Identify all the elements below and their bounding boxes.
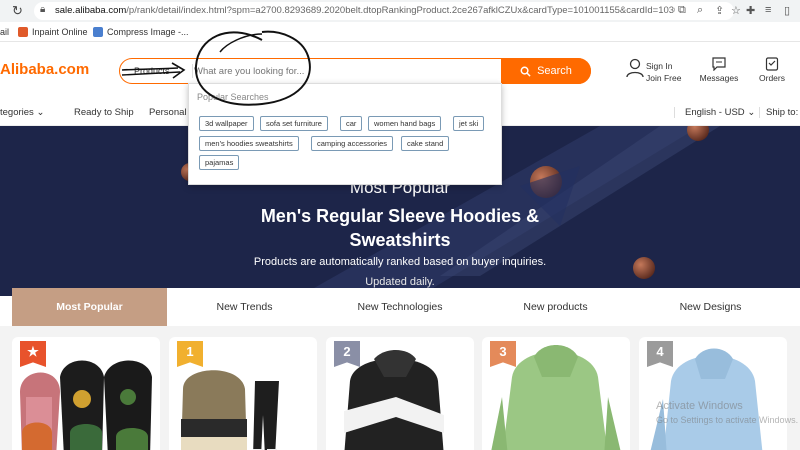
url-text[interactable]: sale.alibaba.com/p/rank/detail/index.htm… bbox=[55, 5, 675, 16]
side-panel-icon[interactable]: ▯ bbox=[784, 4, 790, 17]
product-card[interactable]: 3 bbox=[482, 337, 630, 450]
ship-to-select[interactable]: Ship to: bbox=[759, 107, 798, 118]
search-category-select[interactable]: Products bbox=[134, 66, 170, 76]
language-currency-select[interactable]: English - USD ⌄ bbox=[674, 107, 755, 118]
url-path: /p/rank/detail/index.html?spm=a2700.8293… bbox=[126, 5, 675, 16]
user-icon[interactable] bbox=[626, 58, 644, 83]
product-card[interactable]: ★ bbox=[12, 337, 160, 450]
ready-to-ship-link[interactable]: Ready to Ship bbox=[74, 107, 134, 118]
search-suggestion-chip[interactable]: men's hoodies sweatshirts bbox=[199, 136, 299, 151]
reading-list-icon[interactable]: ≡ bbox=[765, 4, 771, 16]
bookmark-item[interactable]: ail bbox=[0, 27, 9, 37]
product-list: ★ 1 2 3 4 bbox=[0, 326, 800, 450]
share-icon[interactable]: ⇪ bbox=[715, 4, 724, 17]
compress-icon bbox=[93, 27, 103, 37]
banner-title-line1: Men's Regular Sleeve Hoodies & bbox=[260, 206, 540, 226]
bookmark-label: ail bbox=[0, 27, 10, 37]
search-suggestion-chip[interactable]: jet ski bbox=[453, 116, 485, 131]
search-icon bbox=[520, 66, 531, 77]
search-suggestion-chip[interactable]: sofa set furniture bbox=[260, 116, 328, 131]
chevron-down-icon: ⌄ bbox=[36, 107, 45, 118]
bookmarks-bar: ail Inpaint Online Compress Image -... bbox=[0, 22, 800, 42]
search-divider bbox=[192, 64, 193, 78]
product-card[interactable]: 1 bbox=[169, 337, 317, 450]
product-card[interactable]: 4 bbox=[639, 337, 787, 450]
banner-title: Men's Regular Sleeve Hoodies & Sweatshir… bbox=[0, 204, 800, 252]
tab-most-popular[interactable]: Most Popular bbox=[12, 288, 167, 326]
tab-new-trends[interactable]: New Trends bbox=[167, 288, 322, 326]
sign-in-label: Sign In bbox=[646, 61, 673, 71]
search-input[interactable] bbox=[194, 60, 494, 82]
search-suggestion-chip[interactable]: pajamas bbox=[199, 155, 240, 170]
activate-line1: Activate Windows bbox=[656, 400, 743, 412]
banner-title-line2: Sweatshirts bbox=[349, 230, 451, 250]
bookmark-label: Compress Image -... bbox=[107, 27, 189, 37]
reload-icon[interactable]: ↻ bbox=[12, 3, 23, 19]
search-suggestion-chip[interactable]: camping accessories bbox=[311, 136, 394, 151]
orders-button[interactable]: Orders bbox=[754, 57, 790, 83]
bookmark-star-icon[interactable]: ☆ bbox=[731, 4, 741, 17]
language-label: English - USD bbox=[685, 107, 745, 118]
tab-new-designs[interactable]: New Designs bbox=[633, 288, 788, 326]
join-free-label: Join Free bbox=[646, 73, 682, 83]
lock-icon[interactable]: 🔒︎ bbox=[40, 4, 45, 15]
messages-icon bbox=[712, 57, 726, 72]
search-suggestion-chip[interactable]: women hand bags bbox=[368, 116, 442, 131]
messages-label: Messages bbox=[699, 73, 739, 83]
bookmark-inpaint[interactable]: Inpaint Online bbox=[18, 27, 88, 37]
alibaba-logo[interactable]: Alibaba.com bbox=[0, 61, 89, 78]
product-card[interactable]: 2 bbox=[326, 337, 474, 450]
bookmark-label: Inpaint Online bbox=[32, 27, 88, 37]
banner-description: Products are automatically ranked based … bbox=[253, 256, 547, 268]
messages-button[interactable]: Messages bbox=[698, 57, 740, 83]
orders-icon bbox=[765, 57, 779, 71]
tab-new-products[interactable]: New products bbox=[478, 288, 633, 326]
extensions-icon[interactable]: ✚ bbox=[746, 4, 755, 17]
search-suggestion-chip[interactable]: 3d wallpaper bbox=[199, 116, 254, 131]
translate-icon[interactable]: ⧉ bbox=[678, 4, 686, 17]
search-suggestion-chip[interactable]: car bbox=[340, 116, 363, 131]
chevron-down-icon: ⌄ bbox=[747, 107, 756, 118]
zoom-icon[interactable]: ⌕ bbox=[697, 4, 703, 17]
bookmark-compress-image[interactable]: Compress Image -... bbox=[93, 27, 189, 37]
activate-windows-watermark: Activate Windows Go to Settings to activ… bbox=[656, 399, 798, 427]
tab-new-technologies[interactable]: New Technologies bbox=[322, 288, 478, 326]
activate-line2: Go to Settings to activate Windows. bbox=[656, 415, 799, 425]
personal-link[interactable]: Personal bbox=[149, 107, 187, 118]
url-domain: sale.alibaba.com bbox=[55, 5, 127, 16]
logo-text: Alibaba.com bbox=[0, 61, 90, 78]
banner-updated: Updated daily. bbox=[365, 276, 435, 288]
sign-in-link[interactable]: Sign In Join Free bbox=[646, 60, 681, 84]
search-button[interactable]: Search bbox=[501, 58, 591, 84]
search-button-label: Search bbox=[537, 65, 572, 77]
search-suggestion-chip[interactable]: cake stand bbox=[401, 136, 450, 151]
ranking-tabs: Most Popular New Trends New Technologies… bbox=[12, 288, 800, 326]
categories-label: tegories bbox=[0, 107, 34, 118]
popular-searches-dropdown: Popular Searches 3d wallpaper sofa set f… bbox=[188, 83, 502, 185]
categories-menu[interactable]: tegories ⌄ bbox=[0, 107, 44, 118]
browser-address-bar: ↻ 🔒︎ sale.alibaba.com/p/rank/detail/inde… bbox=[0, 0, 800, 22]
popular-searches-title: Popular Searches bbox=[197, 92, 269, 102]
inpaint-icon bbox=[18, 27, 28, 37]
orders-label: Orders bbox=[759, 73, 785, 83]
